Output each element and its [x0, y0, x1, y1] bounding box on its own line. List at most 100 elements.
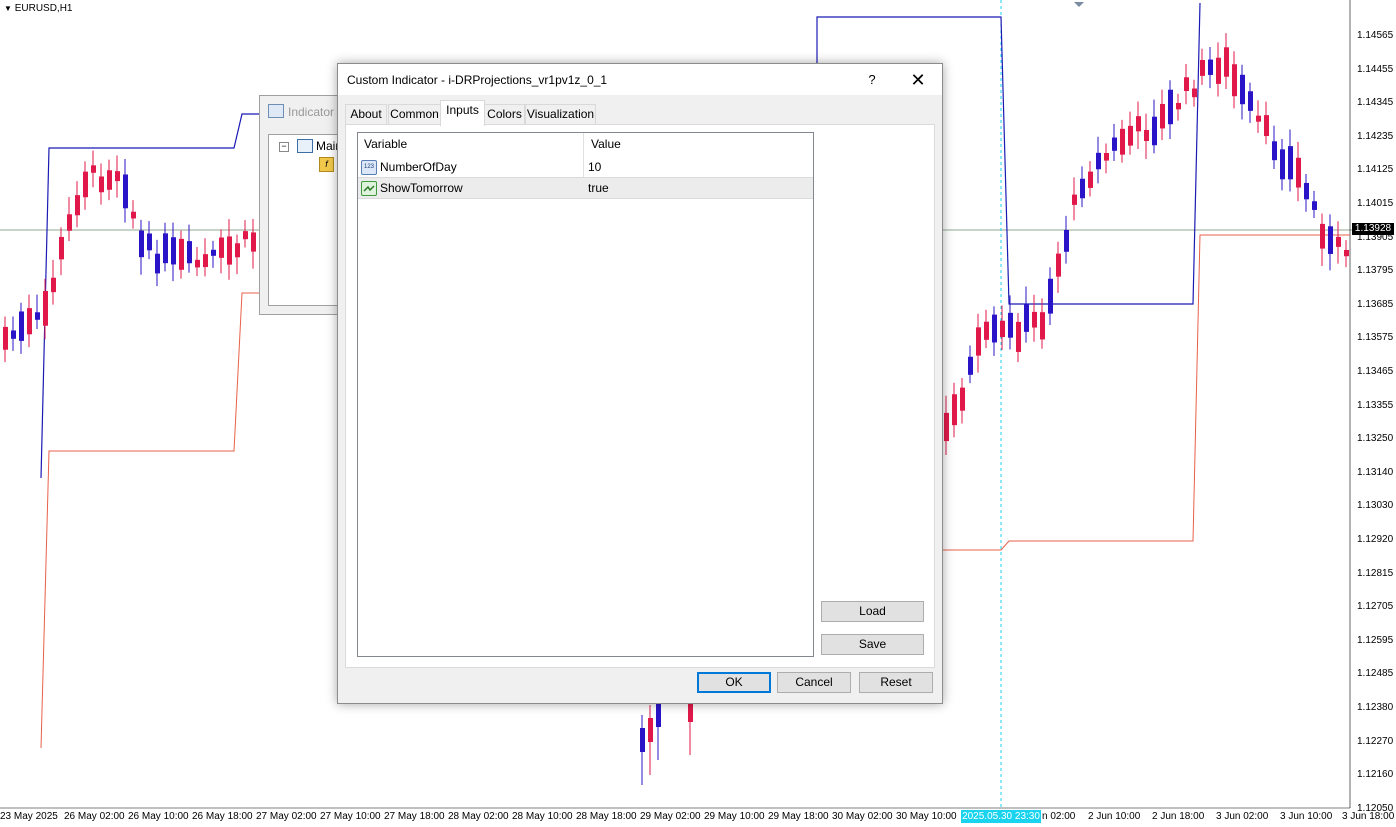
candle-body	[1280, 149, 1285, 180]
candle-body	[243, 231, 248, 240]
candle-body	[139, 230, 144, 258]
candle-body	[19, 311, 24, 341]
price-axis-label: 1.14015	[1357, 198, 1394, 209]
column-header-variable[interactable]: Variable	[364, 133, 407, 155]
candle-body	[1024, 304, 1029, 332]
tab-about[interactable]: About	[345, 104, 387, 125]
column-header-value[interactable]: Value	[591, 133, 621, 155]
candle-body	[1032, 311, 1037, 328]
load-button[interactable]: Load	[821, 601, 924, 622]
candle-body	[1064, 229, 1069, 252]
candle-body	[83, 171, 88, 198]
indicators-window-title: Indicator	[268, 104, 334, 119]
candle-body	[195, 259, 200, 268]
variable-value[interactable]: true	[588, 181, 609, 195]
candle-body	[1120, 128, 1125, 155]
time-axis-label: 28 May 18:00	[576, 811, 637, 822]
candle-body	[1080, 178, 1085, 199]
variable-value[interactable]: 10	[588, 160, 601, 174]
candle-body	[1144, 129, 1149, 141]
candle-body	[155, 253, 160, 274]
price-axis-label: 1.14345	[1357, 97, 1394, 109]
time-axis-label: 30 May 10:00	[896, 811, 957, 822]
candle-body	[59, 236, 64, 260]
time-axis-label: 29 May 02:00	[640, 811, 701, 822]
candle-body	[171, 237, 176, 265]
candle-body	[1096, 152, 1101, 170]
candle-body	[179, 238, 184, 270]
candle-body	[1240, 74, 1245, 105]
candle-body	[147, 233, 152, 251]
tree-collapse-icon[interactable]: −	[279, 142, 289, 152]
candle-body	[1168, 89, 1173, 125]
candle-body	[1232, 64, 1237, 97]
candle-body	[1288, 146, 1293, 180]
variable-name: NumberOfDay	[380, 160, 457, 174]
time-axis-label: 26 May 02:00	[64, 811, 125, 822]
dialog-titlebar: Custom Indicator - i-DRProjections_vr1pv…	[338, 64, 942, 95]
candle-body	[1304, 182, 1309, 200]
candle-body	[75, 195, 80, 216]
candle-body	[1136, 116, 1141, 132]
time-axis-label: 3 Jun 10:00	[1280, 811, 1333, 822]
candle-body	[35, 312, 40, 320]
candle-body	[992, 314, 997, 343]
custom-indicator-dialog[interactable]: Custom Indicator - i-DRProjections_vr1pv…	[337, 63, 943, 704]
candle-body	[976, 327, 981, 356]
price-axis-label: 1.13465	[1357, 366, 1394, 377]
candle-body	[1088, 171, 1093, 188]
time-axis-label: 29 May 18:00	[768, 811, 829, 822]
price-axis-label: 1.13685	[1357, 298, 1394, 310]
time-axis-label: 23 May 2025	[0, 811, 58, 822]
price-axis-label: 1.12595	[1357, 634, 1394, 646]
time-axis-label: 3 Jun 18:00	[1342, 811, 1395, 822]
time-axis-label: 3 Jun 02:00	[1216, 811, 1269, 822]
tab-visualization[interactable]: Visualization	[525, 104, 596, 125]
candle-body	[1104, 153, 1109, 161]
candle-body	[1264, 115, 1269, 137]
candle-body	[1008, 312, 1013, 338]
tab-colors[interactable]: Colors	[484, 104, 525, 125]
candle-body	[1328, 226, 1333, 254]
inputs-panel: Variable Value 123 NumberOfDay 10 ShowTo…	[345, 124, 935, 668]
candle-body	[1152, 116, 1157, 146]
candle-body	[99, 176, 104, 193]
indicators-window-icon	[268, 104, 284, 118]
save-button[interactable]: Save	[821, 634, 924, 655]
variable-name: ShowTomorrow	[380, 181, 463, 195]
table-row[interactable]: ShowTomorrow true	[358, 177, 813, 199]
candle-body	[656, 703, 661, 727]
candle-body	[960, 387, 965, 411]
price-axis-label: 1.14235	[1357, 130, 1394, 142]
cancel-button[interactable]: Cancel	[777, 672, 851, 693]
crosshair-time-label: 2025.05.30 23:30	[961, 810, 1041, 823]
candle-body	[1192, 88, 1197, 98]
price-axis-label: 1.13250	[1357, 433, 1394, 445]
tab-common[interactable]: Common	[388, 104, 441, 125]
candle-body	[1048, 278, 1053, 314]
help-button[interactable]: ?	[860, 70, 884, 90]
price-axis-label: 1.13140	[1357, 466, 1394, 478]
time-axis-label: 28 May 02:00	[448, 811, 509, 822]
candle-body	[1248, 91, 1253, 111]
price-axis-label: 1.14455	[1357, 63, 1394, 75]
ok-button[interactable]: OK	[697, 672, 771, 693]
candle-body	[952, 394, 957, 426]
candle-body	[984, 321, 989, 340]
table-row[interactable]: 123 NumberOfDay 10	[358, 157, 813, 177]
reset-button[interactable]: Reset	[859, 672, 933, 693]
chart-symbol-label: ▼ EURUSD,H1	[4, 3, 73, 14]
range-low-line	[941, 234, 1350, 551]
candle-body	[1016, 321, 1021, 352]
price-axis-label: 1.13795	[1357, 265, 1394, 277]
close-button[interactable]: ✕	[904, 70, 932, 90]
candle-body	[235, 243, 240, 258]
tab-inputs[interactable]: Inputs	[440, 100, 485, 126]
candle-body	[1208, 59, 1213, 75]
candle-body	[251, 232, 256, 252]
candle-body	[1056, 253, 1061, 277]
inputs-table[interactable]: Variable Value 123 NumberOfDay 10 ShowTo…	[357, 132, 814, 657]
time-axis-label: 27 May 10:00	[320, 811, 381, 822]
candle-body	[640, 728, 645, 752]
time-axis-label: 29 May 10:00	[704, 811, 765, 822]
